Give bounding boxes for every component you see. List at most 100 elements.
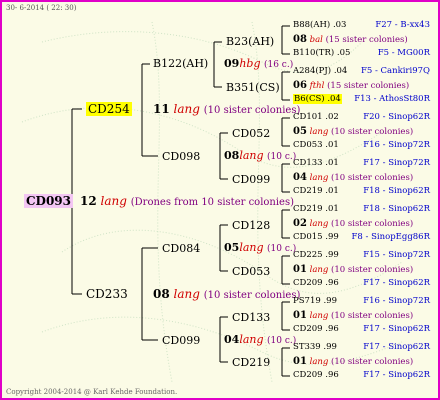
l1-lang-0: lang [173,102,200,116]
l4-row: 01 lang (10 sister colonies) [293,311,413,321]
l4-note: (10 sister colonies) [331,311,414,321]
l4-gen: 05 [293,126,307,137]
l4-mother-ref[interactable]: F18 - Sinop62R [363,187,430,196]
l4-row: 08 bal (15 sister colonies) [293,35,408,45]
l4-mother-ref[interactable]: F17 - Sinop62R [363,371,430,380]
l1-colony-1[interactable]: CD233 [86,288,128,300]
l4-lang: lang [309,265,329,275]
l4-father-ref[interactable]: F15 - Sinop72R [363,251,430,260]
l4-father[interactable]: CD219 .01 [293,204,339,214]
l2-note-2: (10 c.) [267,244,297,254]
l4-row: CD015 .99 [293,233,339,242]
l2-colony-1[interactable]: CD098 [162,151,200,162]
l2-info-2: 05lang (10 c.) [224,242,296,254]
l4-father-ref[interactable]: F18 - Sinop62R [363,205,430,214]
l4-note: (10 sister colonies) [331,127,414,137]
l4-mother-ref[interactable]: F16 - Sinop72R [363,141,430,150]
l2-gen-0: 09 [224,57,240,70]
l1-info-1: 08 lang (10 sister colonies) [153,288,300,301]
l4-gen: 08 [293,34,307,45]
l4-row: CD219 .01 [293,187,339,196]
l4-father-ref[interactable]: F16 - Sinop72R [363,297,430,306]
l2-colony-3[interactable]: CD099 [162,335,200,346]
l4-lang: fthl [309,81,325,91]
l2-info-1: 08lang (10 c.) [224,150,296,162]
l4-mother[interactable]: CD209 .96 [293,324,339,334]
l4-father[interactable]: CD225 .99 [293,250,339,260]
l4-father[interactable]: CD133 .01 [293,158,339,168]
l3-colony-6[interactable]: CD133 [232,312,270,323]
l4-gen: 01 [293,356,307,367]
l4-father[interactable]: A284(PJ) .04 [293,66,347,76]
l4-row: CD209 .96 [293,325,339,334]
l3-colony-7[interactable]: CD219 [232,357,270,368]
l2-lang-3: lang [239,333,264,346]
l4-mother-ref[interactable]: F8 - SinopEgg86R [352,233,430,242]
l4-mother[interactable]: B110(TR) .05 [293,48,350,58]
l4-mother-ref[interactable]: F13 - AthosSt80R [354,95,430,104]
l2-colony-2[interactable]: CD084 [162,243,200,254]
l4-note: (15 sister colonies) [327,81,410,91]
l4-mother[interactable]: CD053 .01 [293,140,339,150]
l4-father-ref[interactable]: F17 - Sinop72R [363,159,430,168]
l4-father[interactable]: PS719 .99 [293,296,337,306]
l4-row: 06 fthl (15 sister colonies) [293,81,409,91]
l4-father-ref[interactable]: F27 - B-xx43 [375,21,430,30]
l4-gen: 06 [293,80,307,91]
l4-row: 05 lang (10 sister colonies) [293,127,413,137]
l4-father[interactable]: ST339 .99 [293,342,337,352]
l4-lang: lang [309,357,329,367]
l4-father-ref[interactable]: F5 - Cankiri97Q [361,67,430,76]
l4-note: (10 sister colonies) [331,219,414,229]
l3-colony-2[interactable]: CD052 [232,128,270,139]
l1-gen-1: 08 [153,287,170,301]
l3-colony-0[interactable]: B23(AH) [226,36,274,47]
l4-row: 01 lang (10 sister colonies) [293,265,413,275]
l2-lang-1: lang [239,149,264,162]
l4-row: A284(PJ) .04 [293,67,347,76]
l2-gen-1: 08 [224,149,240,162]
l4-note: (15 sister colonies) [325,35,408,45]
l1-note-0: (10 sister colonies) [203,105,301,116]
l4-father-ref[interactable]: F17 - Sinop62R [363,343,430,352]
l4-father[interactable]: CD101 .02 [293,112,339,122]
l4-mother-ref[interactable]: F5 - MG00R [378,49,430,58]
l3-colony-5[interactable]: CD053 [232,266,270,277]
l4-row: CD053 .01 [293,141,339,150]
copyright-text: Copyright 2004-2014 @ Karl Kehde Foundat… [6,388,178,396]
l4-note: (10 sister colonies) [331,357,414,367]
l2-info-3: 04lang (10 c.) [224,334,296,346]
l4-father-ref[interactable]: F20 - Sinop62R [363,113,430,122]
l4-gen: 04 [293,172,307,183]
l1-gen-0: 11 [153,102,170,116]
l4-mother[interactable]: CD209 .96 [293,370,339,380]
l2-info-0: 09hbg (16 c.) [224,58,293,70]
l2-gen-3: 04 [224,333,240,346]
l3-colony-3[interactable]: CD099 [232,174,270,185]
l4-row: B6(CS) .04 [293,94,342,104]
l2-lang-0: hbg [239,57,261,70]
l4-mother-ref[interactable]: F17 - Sinop62R [363,325,430,334]
l4-mother[interactable]: CD219 .01 [293,186,339,196]
l1-info-0: 11 lang (10 sister colonies) [153,103,300,116]
l2-note-3: (10 c.) [267,336,297,346]
l4-father[interactable]: B88(AH) .03 [293,20,346,30]
l4-row: 04 lang (10 sister colonies) [293,173,413,183]
root-generation: 12 [80,194,97,208]
l4-row: CD133 .01 [293,159,339,168]
l3-colony-1[interactable]: B351(CS) [226,82,280,93]
l2-lang-2: lang [239,241,264,254]
root-colony-id[interactable]: CD093 [24,194,74,208]
l4-mother[interactable]: CD209 .96 [293,278,339,288]
root-lang: lang [100,194,127,208]
l4-mother-ref[interactable]: F17 - Sinop62R [363,279,430,288]
l4-mother[interactable]: B6(CS) .04 [293,94,342,104]
l1-colony-0[interactable]: CD254 [86,102,132,116]
root-info: 12 lang (Drones from 10 sister colonies) [80,195,294,208]
l4-mother[interactable]: CD015 .99 [293,232,339,242]
l3-colony-4[interactable]: CD128 [232,220,270,231]
l4-gen: 01 [293,264,307,275]
l4-lang: lang [309,127,329,137]
l4-row: CD209 .96 [293,371,339,380]
l2-colony-0[interactable]: B122(AH) [153,58,208,69]
